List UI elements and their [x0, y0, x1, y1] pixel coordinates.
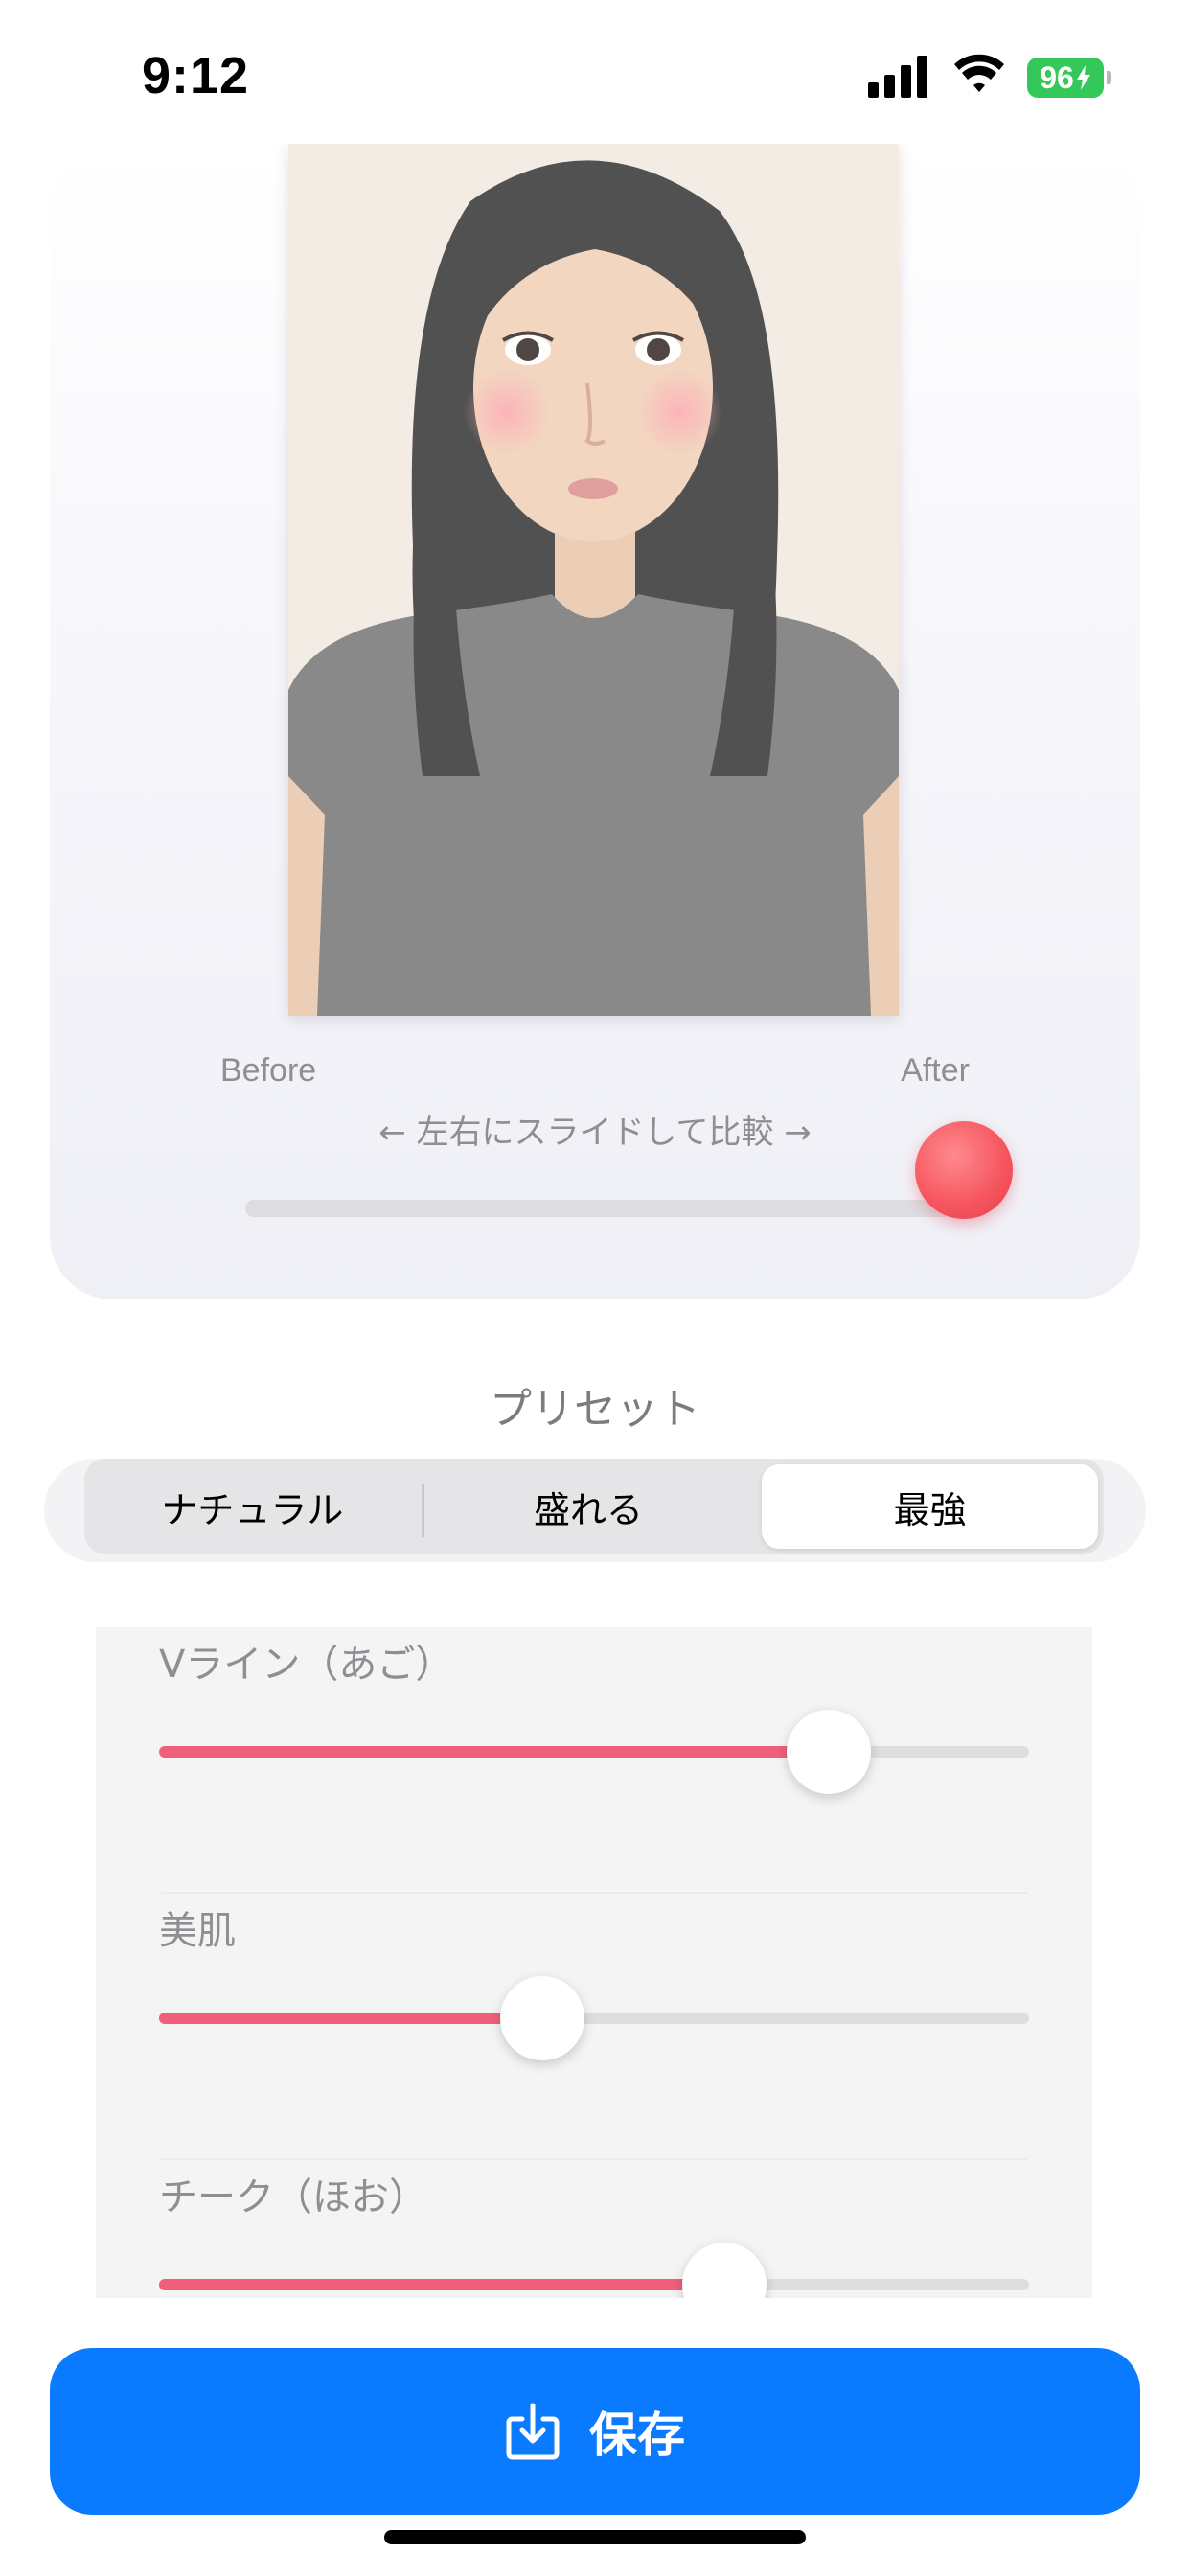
preset-segmented-control: ナチュラル 盛れる 最強 — [84, 1459, 1104, 1554]
slider-track[interactable] — [159, 2279, 1029, 2290]
before-label: Before — [220, 1052, 317, 1089]
battery-icon: 96 — [1027, 58, 1104, 98]
slider-track[interactable] — [159, 2012, 1029, 2024]
home-indicator — [384, 2530, 806, 2544]
cellular-signal-icon — [868, 56, 927, 98]
adjustment-sliders-panel[interactable]: Vライン（あご） 美肌 チーク（ほお） — [96, 1627, 1092, 2298]
preset-option-saikyou[interactable]: 最強 — [762, 1464, 1099, 1549]
slider-label: チーク（ほお） — [159, 2175, 427, 2220]
wifi-icon — [954, 54, 1004, 92]
preset-title: プリセット — [490, 1385, 700, 1434]
preset-option-natural[interactable]: ナチュラル — [84, 1459, 421, 1554]
slider-thumb[interactable] — [682, 2242, 767, 2298]
status-time: 9:12 — [142, 47, 250, 104]
segment-divider — [422, 1484, 424, 1537]
preset-option-label: 最強 — [893, 1488, 967, 1531]
preset-option-label: 盛れる — [534, 1488, 644, 1531]
save-label: 保存 — [589, 2407, 685, 2463]
slider-cheek: チーク（ほお） — [96, 2160, 1092, 2298]
screen: 9:12 96 Before After ← 左右にスライドして比較 → プリセ… — [0, 0, 1190, 2576]
slider-thumb[interactable] — [787, 1710, 872, 1794]
slider-fill — [159, 2279, 725, 2290]
preset-option-moreru[interactable]: 盛れる — [421, 1459, 757, 1554]
slider-fill — [159, 1746, 830, 1758]
before-after-preview-card: Before After ← 左右にスライドして比較 → — [50, 144, 1140, 1300]
battery-cap — [1107, 71, 1111, 84]
slider-v-line: Vライン（あご） — [96, 1627, 1092, 1894]
preset-option-label: ナチュラル — [161, 1488, 344, 1531]
download-tray-icon — [506, 2403, 560, 2460]
after-label: After — [901, 1052, 970, 1089]
battery-level: 96 — [1040, 59, 1074, 95]
slider-thumb[interactable] — [499, 1976, 584, 2060]
charging-bolt-icon — [1076, 65, 1090, 90]
compare-slider-knob[interactable] — [914, 1121, 1013, 1219]
slider-label: Vライン（あご） — [159, 1643, 454, 1687]
slider-skin: 美肌 — [96, 1894, 1092, 2160]
slider-label: 美肌 — [159, 1909, 236, 1953]
compare-slider-track[interactable] — [245, 1200, 988, 1217]
slider-track[interactable] — [159, 1746, 1029, 1758]
slider-fill — [159, 2012, 542, 2024]
save-button[interactable]: 保存 — [50, 2348, 1140, 2515]
after-photo — [288, 144, 899, 1016]
